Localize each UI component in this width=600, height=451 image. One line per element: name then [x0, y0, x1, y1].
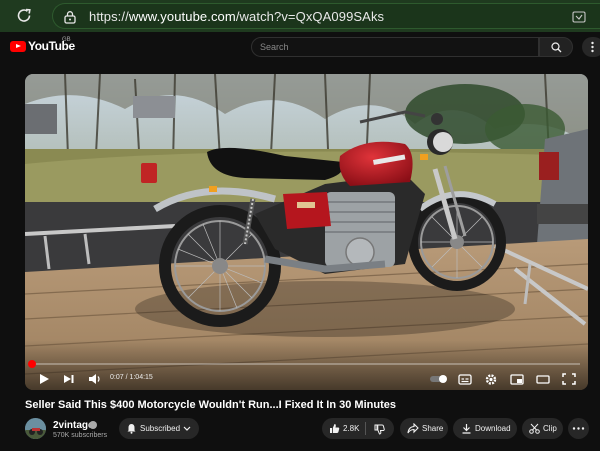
scissors-icon [529, 423, 540, 434]
reload-icon[interactable] [14, 6, 34, 26]
country-code: GB [62, 37, 71, 43]
progress-bar[interactable] [33, 363, 580, 365]
lock-icon[interactable] [63, 10, 77, 24]
video-player[interactable]: 0:07 / 1:04:15 [25, 74, 588, 390]
search-input[interactable]: Search [251, 37, 539, 57]
verified-badge-icon [89, 421, 97, 429]
channel-avatar[interactable] [25, 418, 46, 439]
controls-gradient [25, 340, 588, 390]
play-icon[interactable] [38, 372, 50, 386]
subtitles-icon[interactable] [458, 372, 472, 386]
thumbs-down-icon[interactable] [374, 424, 385, 435]
more-horizontal-icon [572, 427, 585, 430]
download-icon [462, 424, 471, 434]
time-total: 1:04:15 [129, 374, 153, 381]
bell-icon [127, 424, 136, 434]
fullscreen-icon[interactable] [562, 372, 576, 386]
search-placeholder: Search [260, 42, 289, 52]
browser-toolbar: https://www.youtube.com/watch?v=QxQA099S… [0, 0, 600, 32]
url-text[interactable]: https://www.youtube.com/watch?v=QxQA099S… [89, 9, 384, 24]
time-display: 0:07 / 1:04:15 [110, 374, 153, 381]
download-label: Download [475, 424, 511, 433]
next-video-icon[interactable] [63, 372, 75, 386]
autoplay-toggle[interactable] [430, 375, 447, 383]
share-icon [407, 423, 419, 434]
time-current: 0:07 [110, 374, 124, 381]
volume-icon[interactable] [88, 372, 102, 386]
thumbs-up-icon[interactable] [329, 423, 340, 434]
settings-gear-icon[interactable] [484, 372, 498, 386]
theater-mode-icon[interactable] [536, 372, 550, 386]
address-bar[interactable]: https://www.youtube.com/watch?v=QxQA099S… [52, 3, 600, 29]
immersive-reader-icon[interactable] [572, 10, 586, 24]
youtube-logo-icon[interactable] [10, 41, 26, 52]
subscribed-label: Subscribed [140, 424, 181, 433]
search-button[interactable] [539, 37, 573, 57]
miniplayer-icon[interactable] [510, 372, 524, 386]
share-label: Share [422, 424, 444, 433]
like-dislike-group: 2.8K [322, 418, 394, 439]
subscribed-button[interactable]: Subscribed [119, 418, 199, 439]
clip-button[interactable]: Clip [522, 418, 563, 439]
like-divider [365, 422, 366, 435]
clip-label: Clip [543, 424, 557, 433]
more-menu-button[interactable] [582, 37, 600, 57]
chevron-down-icon [183, 426, 191, 431]
search-icon [551, 42, 562, 53]
avatar-image [25, 418, 46, 439]
more-actions-button[interactable] [568, 418, 589, 439]
subscriber-count: 570K subscribers [53, 432, 108, 439]
like-count[interactable]: 2.8K [343, 424, 359, 433]
channel-name[interactable]: 2vintage [53, 420, 94, 431]
video-title: Seller Said This $400 Motorcycle Wouldn'… [25, 399, 396, 411]
kebab-menu-icon [591, 41, 594, 53]
progress-scrubber[interactable] [28, 360, 36, 368]
youtube-header: YouTube GB Search [0, 32, 600, 62]
download-button[interactable]: Download [453, 418, 517, 439]
share-button[interactable]: Share [400, 418, 448, 439]
